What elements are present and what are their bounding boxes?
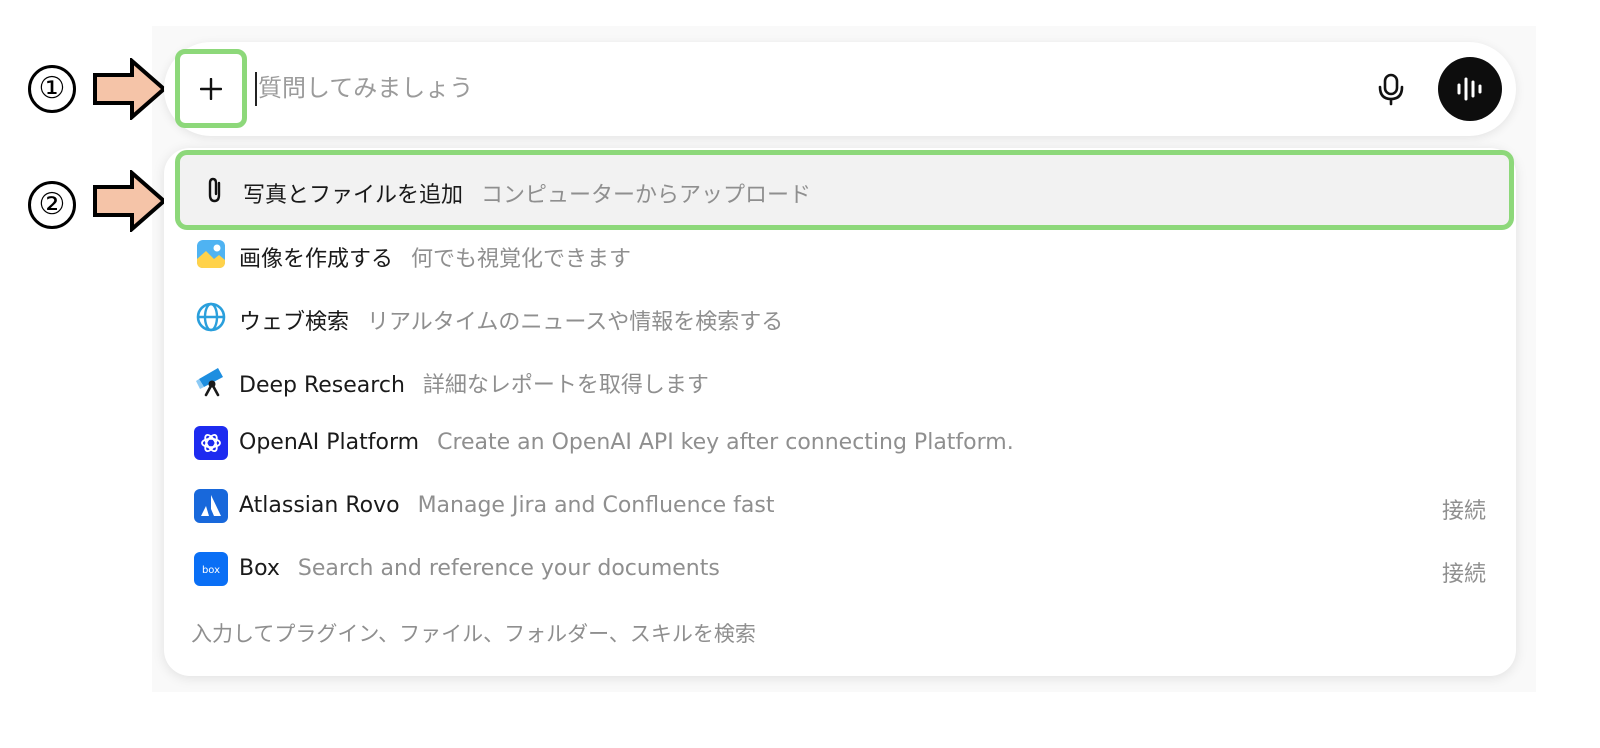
menu-item-description: Create an OpenAI API key after connectin… xyxy=(437,430,1014,455)
add-attachment-button[interactable] xyxy=(175,49,247,128)
menu-item-label: 画像を作成する xyxy=(239,247,394,272)
voice-mode-button[interactable] xyxy=(1438,57,1502,121)
menu-item-text: Deep Research 詳細なレポートを取得します xyxy=(239,367,709,399)
svg-text:box: box xyxy=(202,565,220,576)
menu-item-description: Search and reference your documents xyxy=(297,556,720,581)
menu-item-text: 写真とファイルを追加 コンピューターからアップロード xyxy=(243,177,811,209)
prompt-input[interactable] xyxy=(256,68,1338,108)
menu-item-description: 詳細なレポートを取得します xyxy=(422,373,709,398)
menu-item-web-search[interactable]: ウェブ検索 リアルタイムのニュースや情報を検索する xyxy=(176,286,1504,349)
menu-item-label: OpenAI Platform xyxy=(239,430,420,455)
plus-icon xyxy=(200,78,222,100)
step-1-arrow-icon xyxy=(93,58,168,120)
menu-item-label: Atlassian Rovo xyxy=(239,493,400,518)
image-icon xyxy=(197,240,225,268)
menu-item-text: OpenAI Platform Create an OpenAI API key … xyxy=(239,430,1014,455)
atlassian-icon xyxy=(194,489,228,523)
connect-button[interactable]: 接続 xyxy=(1442,493,1486,525)
menu-item-label: Box xyxy=(239,556,280,581)
menu-item-text: Box Search and reference your documents xyxy=(239,556,720,581)
menu-item-text: ウェブ検索 リアルタイムのニュースや情報を検索する xyxy=(239,304,783,336)
menu-item-description: 何でも視覚化できます xyxy=(411,247,632,272)
step-2-marker: ② xyxy=(28,181,76,229)
menu-item-deep-research[interactable]: Deep Research 詳細なレポートを取得します xyxy=(176,349,1504,412)
box-icon: box xyxy=(194,552,228,586)
screenshot-canvas: ① ② 写真とファイルを追加コンピューターからアップロード xyxy=(0,0,1600,748)
menu-item-description: コンピューターからアップロード xyxy=(481,183,812,208)
connect-button[interactable]: 接続 xyxy=(1442,556,1486,588)
step-1-marker: ① xyxy=(28,65,76,113)
menu-item-add-files[interactable]: 写真とファイルを追加 コンピューターからアップロード xyxy=(175,150,1514,230)
voice-waveform-icon xyxy=(1457,77,1482,101)
menu-item-description: リアルタイムのニュースや情報を検索する xyxy=(367,310,784,335)
step-2-arrow-icon xyxy=(93,170,168,232)
menu-item-box[interactable]: box Box Search and reference your documen… xyxy=(176,538,1504,601)
menu-item-label: ウェブ検索 xyxy=(239,310,350,335)
microphone-icon[interactable] xyxy=(1372,70,1410,108)
menu-item-description: Manage Jira and Confluence fast xyxy=(417,493,775,518)
telescope-icon xyxy=(196,368,223,397)
globe-icon xyxy=(196,302,226,332)
menu-item-label: 写真とファイルを追加 xyxy=(243,183,464,208)
menu-search-hint: 入力してプラグイン、ファイル、フォルダー、スキルを検索 xyxy=(191,622,756,646)
menu-item-openai-platform[interactable]: OpenAI Platform Create an OpenAI API key … xyxy=(176,412,1504,475)
menu-item-text: Atlassian Rovo Manage Jira and Confluence… xyxy=(239,493,774,518)
menu-item-label: Deep Research xyxy=(239,373,405,398)
paperclip-icon xyxy=(208,177,221,203)
openai-icon xyxy=(194,426,228,460)
menu-item-atlassian-rovo[interactable]: Atlassian Rovo Manage Jira and Confluence… xyxy=(176,475,1504,538)
menu-item-text: 画像を作成する 何でも視覚化できます xyxy=(239,241,631,273)
menu-item-create-image[interactable]: 画像を作成する 何でも視覚化できます xyxy=(176,223,1504,286)
